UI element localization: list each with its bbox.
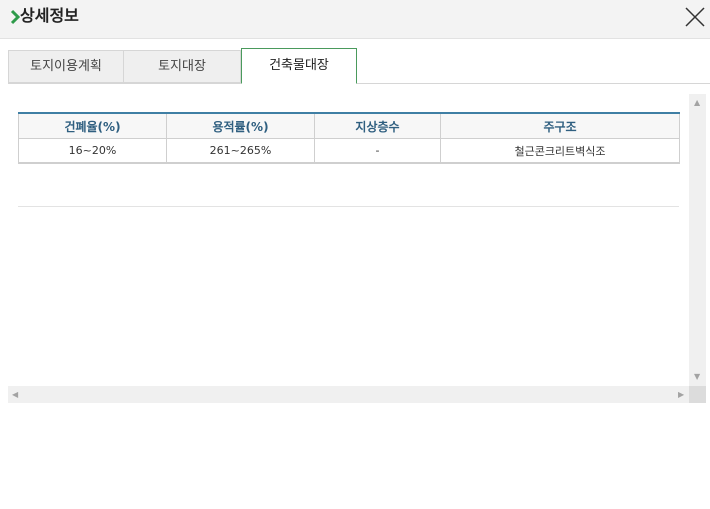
dialog-header: 상세정보 <box>0 0 710 39</box>
tab-building-ledger[interactable]: 건축물대장 <box>241 48 357 84</box>
close-icon[interactable] <box>684 6 706 28</box>
tab-land-ledger[interactable]: 토지대장 <box>123 50 241 83</box>
column-header-floors-above-ground: 지상층수 <box>314 113 441 139</box>
vertical-scrollbar[interactable]: ▲ ▼ <box>689 94 706 386</box>
scroll-left-icon[interactable]: ◀ <box>12 391 18 399</box>
column-header-coverage-ratio: 건폐율(%) <box>18 113 167 139</box>
column-header-main-structure: 주구조 <box>440 113 680 139</box>
column-header-floor-area-ratio: 용적률(%) <box>166 113 315 139</box>
dialog-title: 상세정보 <box>20 6 79 25</box>
chevron-right-icon <box>10 9 20 25</box>
tab-bar: 토지이용계획 토지대장 건축물대장 <box>8 48 710 84</box>
scroll-right-icon[interactable]: ▶ <box>678 391 684 399</box>
scroll-up-icon[interactable]: ▲ <box>694 99 700 107</box>
scroll-down-icon[interactable]: ▼ <box>694 373 700 381</box>
cell-floor-area-ratio: 261~265% <box>166 138 315 163</box>
cell-floors-above-ground: - <box>314 138 441 163</box>
building-info-table: 건폐율(%) 용적률(%) 지상층수 주구조 16~20% 261~265% -… <box>18 112 680 164</box>
cell-main-structure: 철근콘크리트벽식조 <box>440 138 680 163</box>
horizontal-scrollbar[interactable]: ◀ ▶ <box>8 386 689 403</box>
table-row: 16~20% 261~265% - 철근콘크리트벽식조 <box>18 138 680 163</box>
cell-coverage-ratio: 16~20% <box>18 138 167 163</box>
tab-land-use-plan[interactable]: 토지이용계획 <box>8 50 124 83</box>
content-divider <box>18 206 679 207</box>
tab-content: 건폐율(%) 용적률(%) 지상층수 주구조 16~20% 261~265% -… <box>8 94 689 386</box>
scrollbar-corner <box>689 386 706 403</box>
table-header-row: 건폐율(%) 용적률(%) 지상층수 주구조 <box>18 113 680 139</box>
